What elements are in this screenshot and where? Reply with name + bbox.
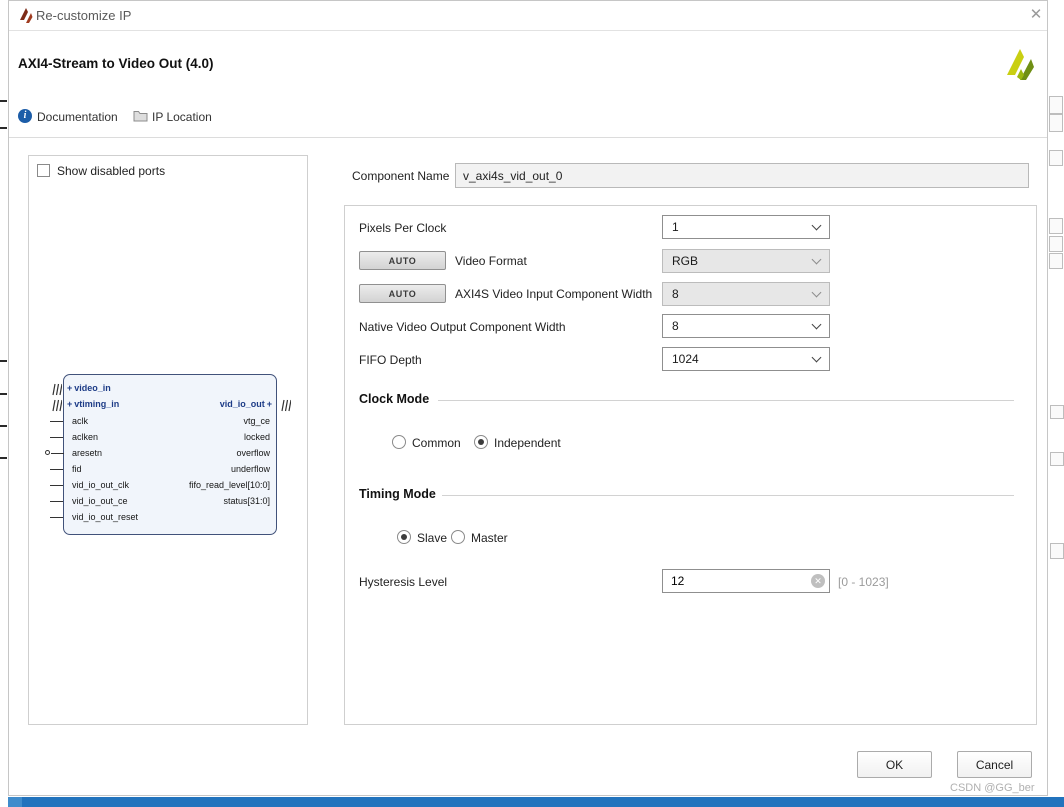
chevron-down-icon [811, 254, 822, 264]
show-disabled-ports-label: Show disabled ports [57, 164, 166, 178]
port-underflow: underflow [230, 464, 270, 474]
component-name-label: Component Name [352, 169, 450, 183]
background-artifact [1050, 543, 1064, 559]
native-width-label: Native Video Output Component Width [359, 320, 566, 334]
cancel-button[interactable]: Cancel [957, 751, 1032, 778]
info-icon: i [18, 109, 32, 123]
port-status: status[31:0] [223, 496, 270, 506]
interface-connector-icon [52, 383, 62, 396]
expand-icon[interactable]: + [67, 399, 72, 409]
chevron-down-icon [811, 220, 822, 230]
axi4s-width-select: 8 [662, 282, 830, 306]
port-stub [50, 517, 63, 518]
interface-connector-icon [52, 399, 62, 412]
xilinx-logo [1007, 49, 1034, 80]
port-vtiming-in[interactable]: + vtiming_in [67, 398, 119, 410]
chevron-down-icon [811, 319, 822, 329]
port-video-in[interactable]: + video_in [67, 382, 111, 394]
expand-icon[interactable]: + [67, 383, 72, 393]
pixels-per-clock-select[interactable]: 1 [662, 215, 830, 239]
port-stub [50, 469, 63, 470]
port-aclk: aclk [72, 416, 89, 426]
hysteresis-input[interactable] [662, 569, 830, 593]
axi4s-width-auto-button[interactable]: AUTO [359, 284, 446, 303]
port-overflow: overflow [236, 448, 270, 458]
pixels-per-clock-label: Pixels Per Clock [359, 221, 447, 235]
port-stub [50, 437, 63, 438]
port-aresetn: aresetn [72, 448, 103, 458]
background-artifact [1049, 253, 1063, 269]
ip-title: AXI4-Stream to Video Out (4.0) [18, 56, 214, 71]
port-stub [50, 421, 63, 422]
component-name-input[interactable] [455, 163, 1029, 188]
timing-mode-slave-radio[interactable] [397, 530, 411, 544]
port-vid-io-out-reset: vid_io_out_reset [72, 512, 139, 522]
background-artifact [1049, 236, 1063, 252]
documentation-link[interactable]: Documentation [37, 110, 118, 124]
port-stub [50, 501, 63, 502]
timing-mode-master-label[interactable]: Master [471, 531, 508, 545]
expand-icon[interactable]: + [267, 399, 272, 409]
links-separator [9, 137, 1047, 138]
video-format-auto-button[interactable]: AUTO [359, 251, 446, 270]
background-pin-stub [0, 457, 7, 459]
watermark: CSDN @GG_ber [950, 782, 1035, 794]
clock-mode-common-label[interactable]: Common [412, 436, 461, 450]
interface-connector-icon [281, 399, 291, 412]
background-pin-stub [0, 100, 7, 102]
port-fifo-read-level: fifo_read_level[10:0] [188, 480, 270, 490]
port-locked: locked [243, 432, 270, 442]
folder-icon [133, 111, 148, 122]
port-vtg-ce: vtg_ce [243, 416, 270, 426]
clock-mode-common-radio[interactable] [392, 435, 406, 449]
axi4s-width-label: AXI4S Video Input Component Width [455, 287, 653, 301]
fifo-depth-select[interactable]: 1024 [662, 347, 830, 371]
screen: Re-customize IP ✕ AXI4-Stream to Video O… [0, 0, 1064, 807]
port-stub [50, 485, 63, 486]
port-aclken: aclken [72, 432, 99, 442]
native-width-select[interactable]: 8 [662, 314, 830, 338]
chevron-down-icon [811, 352, 822, 362]
ip-location-link[interactable]: IP Location [152, 110, 212, 124]
taskbar-accent [8, 797, 22, 807]
background-artifact [1049, 96, 1063, 114]
hysteresis-label: Hysteresis Level [359, 575, 448, 589]
clock-mode-separator [438, 400, 1014, 401]
timing-mode-title: Timing Mode [359, 487, 436, 501]
background-artifact [1049, 218, 1063, 234]
background-pin-stub [0, 127, 7, 129]
taskbar-strip [8, 797, 1064, 807]
port-stub [51, 453, 64, 454]
port-vid-io-out[interactable]: vid_io_out + [220, 398, 272, 410]
close-icon[interactable]: ✕ [1026, 5, 1046, 23]
window-title: Re-customize IP [36, 8, 132, 23]
background-artifact [1050, 405, 1064, 419]
video-format-label: Video Format [455, 254, 527, 268]
ok-button[interactable]: OK [857, 751, 932, 778]
clock-mode-title: Clock Mode [359, 392, 430, 406]
active-low-bubble [45, 450, 50, 455]
app-icon [20, 8, 33, 23]
port-vid-io-out-ce: vid_io_out_ce [72, 496, 128, 506]
chevron-down-icon [811, 287, 822, 297]
show-disabled-ports-checkbox[interactable] [37, 164, 50, 177]
background-pin-stub [0, 425, 7, 427]
background-pin-stub [0, 360, 7, 362]
clear-icon[interactable]: ✕ [811, 574, 825, 588]
timing-mode-separator [442, 495, 1014, 496]
hysteresis-range: [0 - 1023] [838, 575, 889, 589]
background-pin-stub [0, 393, 7, 395]
timing-mode-master-radio[interactable] [451, 530, 465, 544]
titlebar-separator [9, 30, 1047, 31]
port-vid-io-out-clk: vid_io_out_clk [72, 480, 130, 490]
background-artifact [1050, 452, 1064, 466]
clock-mode-independent-label[interactable]: Independent [494, 436, 561, 450]
port-fid: fid [72, 464, 82, 474]
background-artifact [1049, 114, 1063, 132]
fifo-depth-label: FIFO Depth [359, 353, 422, 367]
timing-mode-slave-label[interactable]: Slave [417, 531, 447, 545]
video-format-select: RGB [662, 249, 830, 273]
clock-mode-independent-radio[interactable] [474, 435, 488, 449]
background-artifact [1049, 150, 1063, 166]
